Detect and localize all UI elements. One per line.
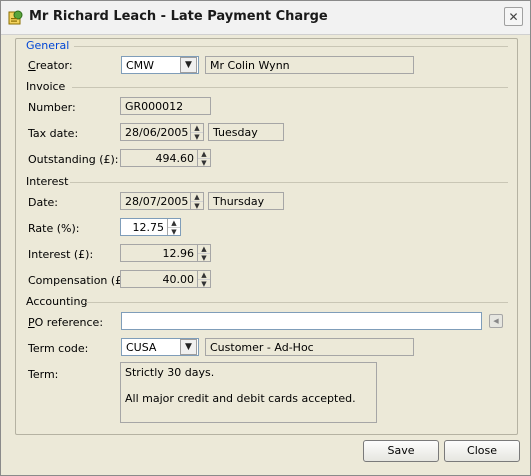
creator-label: Creator: xyxy=(28,59,73,72)
term-line-1: Strictly 30 days. xyxy=(125,366,215,379)
rate-field[interactable]: 12.75 ▲ ▼ xyxy=(120,218,181,236)
dialog-window: Mr Richard Leach - Late Payment Charge ✕… xyxy=(0,0,531,476)
outstanding-field[interactable]: 494.60 ▲ ▼ xyxy=(120,149,211,167)
section-divider xyxy=(74,46,508,47)
number-label: Number: xyxy=(28,101,76,114)
section-invoice: Invoice xyxy=(26,80,66,93)
form-panel: General Creator: CMW ▼ Mr Colin Wynn Inv… xyxy=(15,38,518,435)
invoice-number-field: GR000012 xyxy=(120,97,211,115)
taxdate-day-field: Tuesday xyxy=(208,123,284,141)
interest-date-day-field: Thursday xyxy=(208,192,284,210)
compensation-field[interactable]: 40.00 ▲ ▼ xyxy=(120,270,211,288)
window-title: Mr Richard Leach - Late Payment Charge xyxy=(29,9,328,24)
section-divider xyxy=(72,87,508,88)
compensation-label: Compensation (£): xyxy=(28,274,131,287)
interest-date-field[interactable]: 28/07/2005 ▲ ▼ xyxy=(120,192,204,210)
taxdate-spinner[interactable]: ▲ ▼ xyxy=(190,124,203,140)
close-icon[interactable]: ✕ xyxy=(504,7,523,26)
section-interest: Interest xyxy=(26,175,69,188)
po-reference-label: PO reference: xyxy=(28,316,104,329)
section-divider xyxy=(86,302,508,303)
term-code-description: Customer - Ad-Hoc xyxy=(205,338,414,356)
scroll-left-icon[interactable]: ◀ xyxy=(489,314,503,328)
app-icon xyxy=(7,9,24,26)
term-text-area: Strictly 30 days. All major credit and d… xyxy=(120,362,377,423)
term-code-dropdown-button[interactable]: ▼ xyxy=(180,339,197,355)
interest-amount-field[interactable]: 12.96 ▲ ▼ xyxy=(120,244,211,262)
rate-label: Rate (%): xyxy=(28,222,80,235)
interest-amount-spinner[interactable]: ▲ ▼ xyxy=(197,245,210,261)
term-label: Term: xyxy=(28,368,59,381)
rate-spinner[interactable]: ▲ ▼ xyxy=(167,219,180,235)
compensation-spinner[interactable]: ▲ ▼ xyxy=(197,271,210,287)
term-line-2: All major credit and debit cards accepte… xyxy=(125,392,356,405)
title-bar: Mr Richard Leach - Late Payment Charge ✕ xyxy=(1,1,530,35)
interest-date-label: Date: xyxy=(28,196,58,209)
outstanding-label: Outstanding (£): xyxy=(28,153,119,166)
creator-name-field: Mr Colin Wynn xyxy=(205,56,414,74)
taxdate-field[interactable]: 28/06/2005 ▲ ▼ xyxy=(120,123,204,141)
term-code-label: Term code: xyxy=(28,342,89,355)
save-button[interactable]: Save xyxy=(363,440,439,462)
close-button[interactable]: Close xyxy=(444,440,520,462)
section-accounting: Accounting xyxy=(26,295,88,308)
interest-date-spinner[interactable]: ▲ ▼ xyxy=(190,193,203,209)
po-reference-input[interactable] xyxy=(121,312,482,330)
outstanding-spinner[interactable]: ▲ ▼ xyxy=(197,150,210,166)
creator-dropdown-button[interactable]: ▼ xyxy=(180,57,197,73)
taxdate-label: Tax date: xyxy=(28,127,79,140)
interest-amount-label: Interest (£): xyxy=(28,248,94,261)
section-general: General xyxy=(26,39,70,52)
section-divider xyxy=(70,182,508,183)
